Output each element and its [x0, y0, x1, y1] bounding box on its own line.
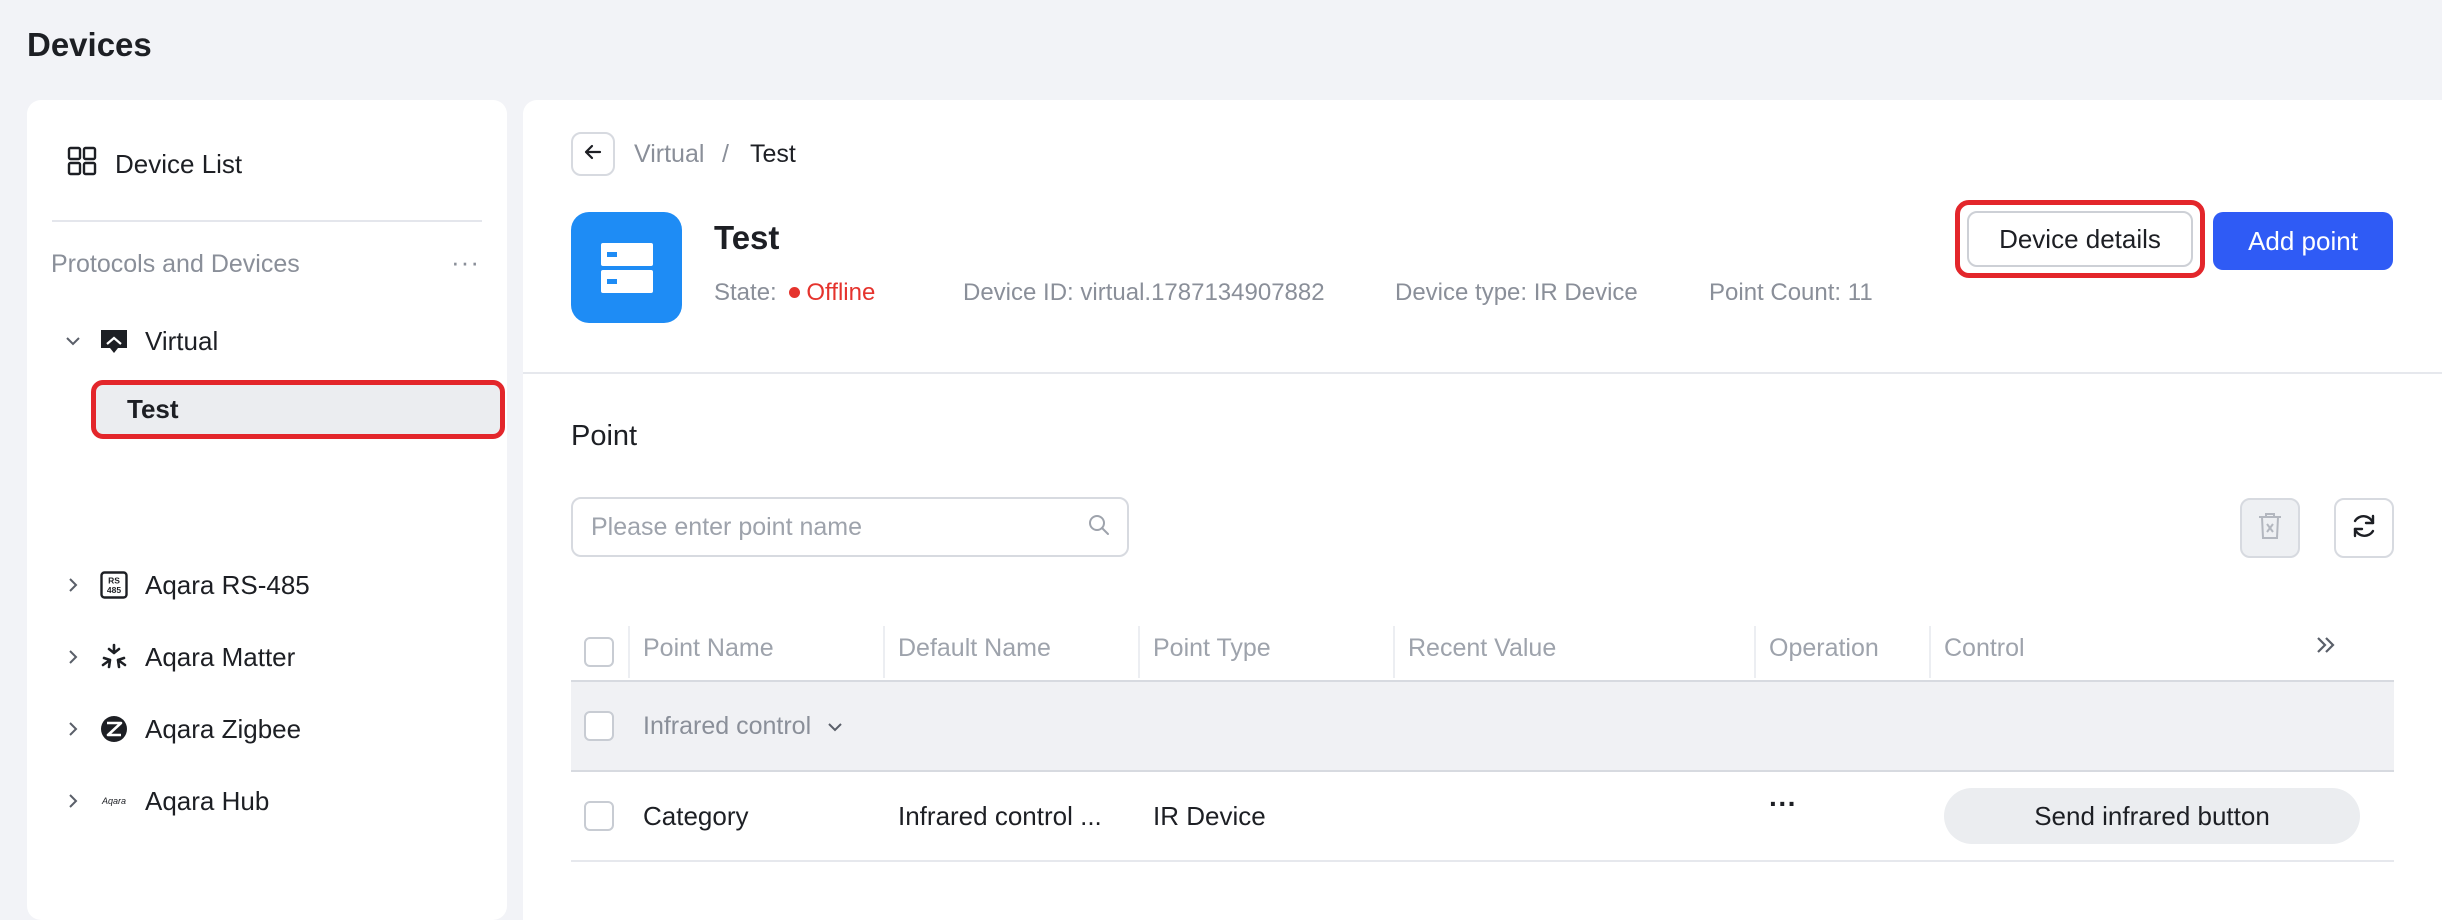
- expand-columns-button[interactable]: [2313, 632, 2339, 666]
- device-details-highlight: Device details: [1955, 200, 2205, 278]
- chevron-right-icon[interactable]: [59, 576, 87, 594]
- refresh-button[interactable]: [2334, 498, 2394, 558]
- svg-text:Aqara: Aqara: [101, 796, 126, 806]
- point-section-title: Point: [571, 420, 638, 452]
- header-divider: [523, 372, 2442, 374]
- add-point-button[interactable]: Add point: [2213, 212, 2393, 270]
- device-list-label: Device List: [115, 148, 243, 179]
- protocols-section-title: Protocols and Devices: [51, 250, 300, 278]
- column-divider: [1929, 626, 1931, 678]
- chevron-right-icon[interactable]: [59, 648, 87, 666]
- arrow-left-icon: [582, 141, 604, 168]
- sidebar: Device List Protocols and Devices ··· Vi…: [27, 100, 507, 920]
- column-divider: [628, 626, 630, 678]
- rs485-icon: RS 485: [99, 570, 129, 600]
- zigbee-icon: [99, 714, 129, 744]
- double-chevron-right-icon: [2317, 637, 2335, 653]
- point-search-input[interactable]: [589, 511, 1087, 543]
- search-icon[interactable]: [1087, 513, 1111, 542]
- point-search[interactable]: [571, 497, 1129, 557]
- device-type: Device type: IR Device: [1395, 278, 1638, 308]
- point-count-value: 11: [1847, 279, 1873, 306]
- more-options-button[interactable]: ···: [451, 248, 480, 276]
- state-value: Offline: [806, 279, 876, 306]
- chevron-right-icon[interactable]: [59, 720, 87, 738]
- point-count: Point Count: 11: [1709, 278, 1873, 308]
- send-infrared-button[interactable]: Send infrared button: [1944, 788, 2360, 844]
- tree-item-aqara-hub[interactable]: Aqara Aqara Hub: [59, 781, 269, 821]
- device-list-nav[interactable]: Device List: [67, 144, 242, 184]
- state-label: State:: [714, 279, 777, 306]
- column-divider: [1138, 626, 1140, 678]
- column-divider: [883, 626, 885, 678]
- refresh-icon: [2350, 512, 2378, 545]
- matter-icon: [99, 642, 129, 672]
- server-icon: [600, 242, 653, 293]
- back-button[interactable]: [571, 132, 615, 176]
- group-toggle[interactable]: Infrared control: [643, 710, 844, 742]
- column-header: Point Name: [643, 634, 774, 662]
- cell-point-name: Category: [643, 801, 749, 831]
- delete-button[interactable]: [2240, 498, 2300, 558]
- tree-item-aqara-zigbee[interactable]: Aqara Zigbee: [59, 709, 301, 749]
- breadcrumb-parent[interactable]: Virtual: [634, 138, 704, 170]
- chevron-right-icon[interactable]: [59, 792, 87, 810]
- sidebar-divider: [52, 220, 482, 222]
- tree-item-label: Virtual: [145, 325, 219, 356]
- column-header: Control: [1944, 634, 2025, 662]
- tree-item-aqara-matter[interactable]: Aqara Matter: [59, 637, 295, 677]
- chevron-down-icon: [828, 723, 842, 732]
- column-header: Operation: [1769, 634, 1879, 662]
- tree-item-label: Aqara RS-485: [145, 569, 310, 600]
- page-title: Devices: [27, 26, 152, 63]
- device-icon: [571, 212, 682, 323]
- group-label: Infrared control: [643, 712, 812, 740]
- column-header: Default Name: [898, 634, 1051, 662]
- chevron-down-icon[interactable]: [59, 332, 87, 350]
- breadcrumb-current: Test: [750, 140, 796, 168]
- device-details-button[interactable]: Device details: [1967, 211, 2193, 267]
- breadcrumb-separator: /: [722, 140, 729, 168]
- trash-icon: [2257, 511, 2283, 546]
- device-name: Test: [714, 219, 780, 256]
- offline-dot-icon: [789, 287, 801, 299]
- group-row: Infrared control: [571, 682, 2394, 770]
- column-header: Recent Value: [1408, 634, 1557, 662]
- svg-text:RS: RS: [108, 576, 120, 586]
- row-line: [571, 860, 2394, 862]
- device-id-value: virtual.1787134907882: [1080, 279, 1325, 306]
- device-type-value: IR Device: [1533, 279, 1638, 306]
- device-type-label: Device type:: [1395, 279, 1528, 306]
- point-count-label: Point Count:: [1709, 279, 1842, 306]
- tree-item-label: Aqara Hub: [145, 785, 270, 816]
- group-checkbox[interactable]: [584, 711, 614, 741]
- tree-item-aqara-rs485[interactable]: RS 485 Aqara RS-485: [59, 565, 310, 605]
- svg-text:485: 485: [107, 585, 121, 595]
- tree-item-test[interactable]: Test: [91, 380, 505, 439]
- virtual-icon: [99, 326, 129, 356]
- column-divider: [1393, 626, 1395, 678]
- tree-item-label: Test: [127, 394, 179, 424]
- tree-item-label: Aqara Zigbee: [145, 713, 302, 744]
- cell-point-type: IR Device: [1153, 801, 1266, 831]
- main-panel: Virtual / Test Test State: Offline Devic…: [523, 100, 2442, 920]
- device-id: Device ID: virtual.1787134907882: [963, 278, 1325, 308]
- column-header: Point Type: [1153, 634, 1271, 662]
- select-all-checkbox[interactable]: [584, 637, 614, 667]
- device-id-label: Device ID:: [963, 279, 1074, 306]
- cell-default-name: Infrared control ...: [898, 801, 1102, 831]
- aqara-hub-icon: Aqara: [99, 786, 129, 816]
- column-divider: [1754, 626, 1756, 678]
- row-more-button[interactable]: ···: [1769, 788, 1797, 820]
- device-state: State: Offline: [714, 278, 875, 308]
- table-row: Category Infrared control ... IR Device …: [571, 772, 2394, 860]
- grid-icon: [67, 146, 97, 183]
- row-checkbox[interactable]: [584, 801, 614, 831]
- tree-item-label: Aqara Matter: [145, 641, 296, 672]
- tree-item-virtual[interactable]: Virtual: [59, 321, 218, 361]
